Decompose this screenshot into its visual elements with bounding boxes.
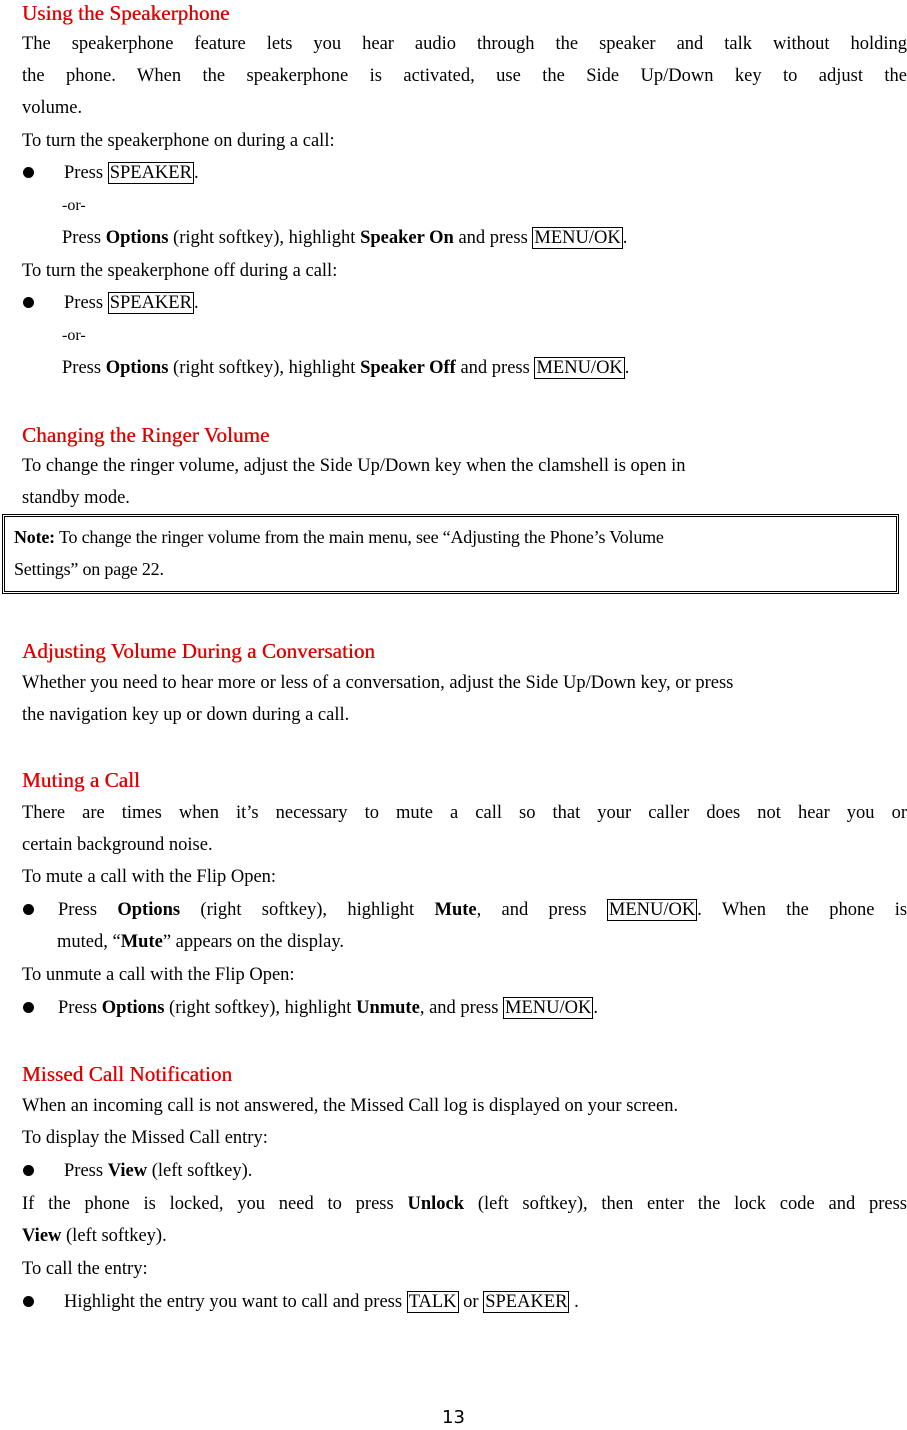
options-softkey-label: Options (105, 228, 169, 248)
speakerphone-intro-line2: the phone. When the speakerphone is acti… (22, 66, 907, 86)
or-divider: -or- (62, 197, 86, 214)
ringer-line1: To change the ringer volume, adjust the … (22, 456, 686, 476)
mute-step-cont: muted, “Mute” appears on the display. (57, 932, 344, 952)
mute-step: Press Options (right softkey), highlight… (58, 899, 907, 921)
bullet-icon (23, 904, 34, 915)
call-entry-label: To call the entry: (22, 1259, 148, 1279)
view-step: Press View (left softkey). (64, 1161, 253, 1181)
heading-muting-call: Muting a Call (22, 768, 140, 792)
menu-ok-key: MENU/OK (606, 899, 698, 921)
menu-ok-key: MENU/OK (534, 357, 625, 379)
heading-speakerphone: Using the Speakerphone (22, 1, 230, 25)
speaker-key: SPEAKER (107, 162, 194, 184)
muting-line1: There are times when it’s necessary to m… (22, 803, 907, 823)
mute-label: To mute a call with the Flip Open: (22, 867, 277, 887)
missed-line1: When an incoming call is not answered, t… (22, 1096, 679, 1116)
display-entry-label: To display the Missed Call entry: (22, 1128, 268, 1148)
bullet-icon (23, 297, 34, 308)
mute-option: Mute (434, 900, 477, 920)
unmute-option: Unmute (356, 998, 420, 1018)
note-line2: Settings” on page 22. (14, 559, 164, 579)
unlock-softkey-label: Unlock (407, 1194, 465, 1214)
menu-ok-key: MENU/OK (532, 227, 623, 249)
locked-line2: View (left softkey). (22, 1226, 167, 1246)
heading-ringer-volume: Changing the Ringer Volume (22, 423, 270, 447)
muting-line2: certain background noise. (22, 835, 213, 855)
view-softkey-label: View (22, 1226, 62, 1246)
options-softkey-label: Options (117, 900, 181, 920)
conversation-line1: Whether you need to hear more or less of… (22, 673, 734, 693)
speaker-key: SPEAKER (107, 292, 194, 314)
speaker-on-label: To turn the speakerphone on during a cal… (22, 131, 335, 151)
mute-display-text: Mute (120, 932, 163, 952)
bullet-icon (23, 1165, 34, 1176)
press-speaker-step: Press SPEAKER. (64, 162, 199, 184)
heading-adjusting-volume: Adjusting Volume During a Conversation (22, 639, 376, 663)
speakerphone-intro-line3: volume. (22, 98, 83, 118)
page-number: 13 (442, 1407, 465, 1428)
bullet-icon (23, 167, 34, 178)
manual-page: Using the Speakerphone The speakerphone … (0, 0, 907, 1430)
or-divider: -or- (62, 327, 86, 344)
speaker-off-option: Speaker Off (360, 358, 456, 378)
speaker-on-options-step: Press Options (right softkey), highlight… (62, 227, 628, 249)
view-softkey-label: View (107, 1161, 148, 1181)
note-line1: Note: To change the ringer volume from t… (14, 527, 664, 547)
note-label: Note: (14, 527, 55, 547)
options-softkey-label: Options (101, 998, 165, 1018)
unmute-step: Press Options (right softkey), highlight… (58, 997, 599, 1019)
unmute-label: To unmute a call with the Flip Open: (22, 965, 295, 985)
speakerphone-intro-line1: The speakerphone feature lets you hear a… (22, 34, 907, 54)
note-box: Note: To change the ringer volume from t… (2, 514, 899, 594)
speaker-off-options-step: Press Options (right softkey), highlight… (62, 357, 630, 379)
press-speaker-step-off: Press SPEAKER. (64, 292, 199, 314)
menu-ok-key: MENU/OK (503, 997, 594, 1019)
talk-key: TALK (406, 1291, 459, 1313)
heading-missed-call: Missed Call Notification (22, 1062, 233, 1086)
ringer-line2: standby mode. (22, 488, 130, 508)
speaker-off-label: To turn the speakerphone off during a ca… (22, 261, 338, 281)
bullet-icon (23, 1002, 34, 1013)
call-entry-step: Highlight the entry you want to call and… (64, 1291, 579, 1313)
bullet-icon (23, 1296, 34, 1307)
options-softkey-label: Options (105, 358, 169, 378)
locked-line1: If the phone is locked, you need to pres… (22, 1194, 907, 1214)
speaker-on-option: Speaker On (360, 228, 454, 248)
conversation-line2: the navigation key up or down during a c… (22, 705, 350, 725)
speaker-key: SPEAKER (483, 1291, 570, 1313)
